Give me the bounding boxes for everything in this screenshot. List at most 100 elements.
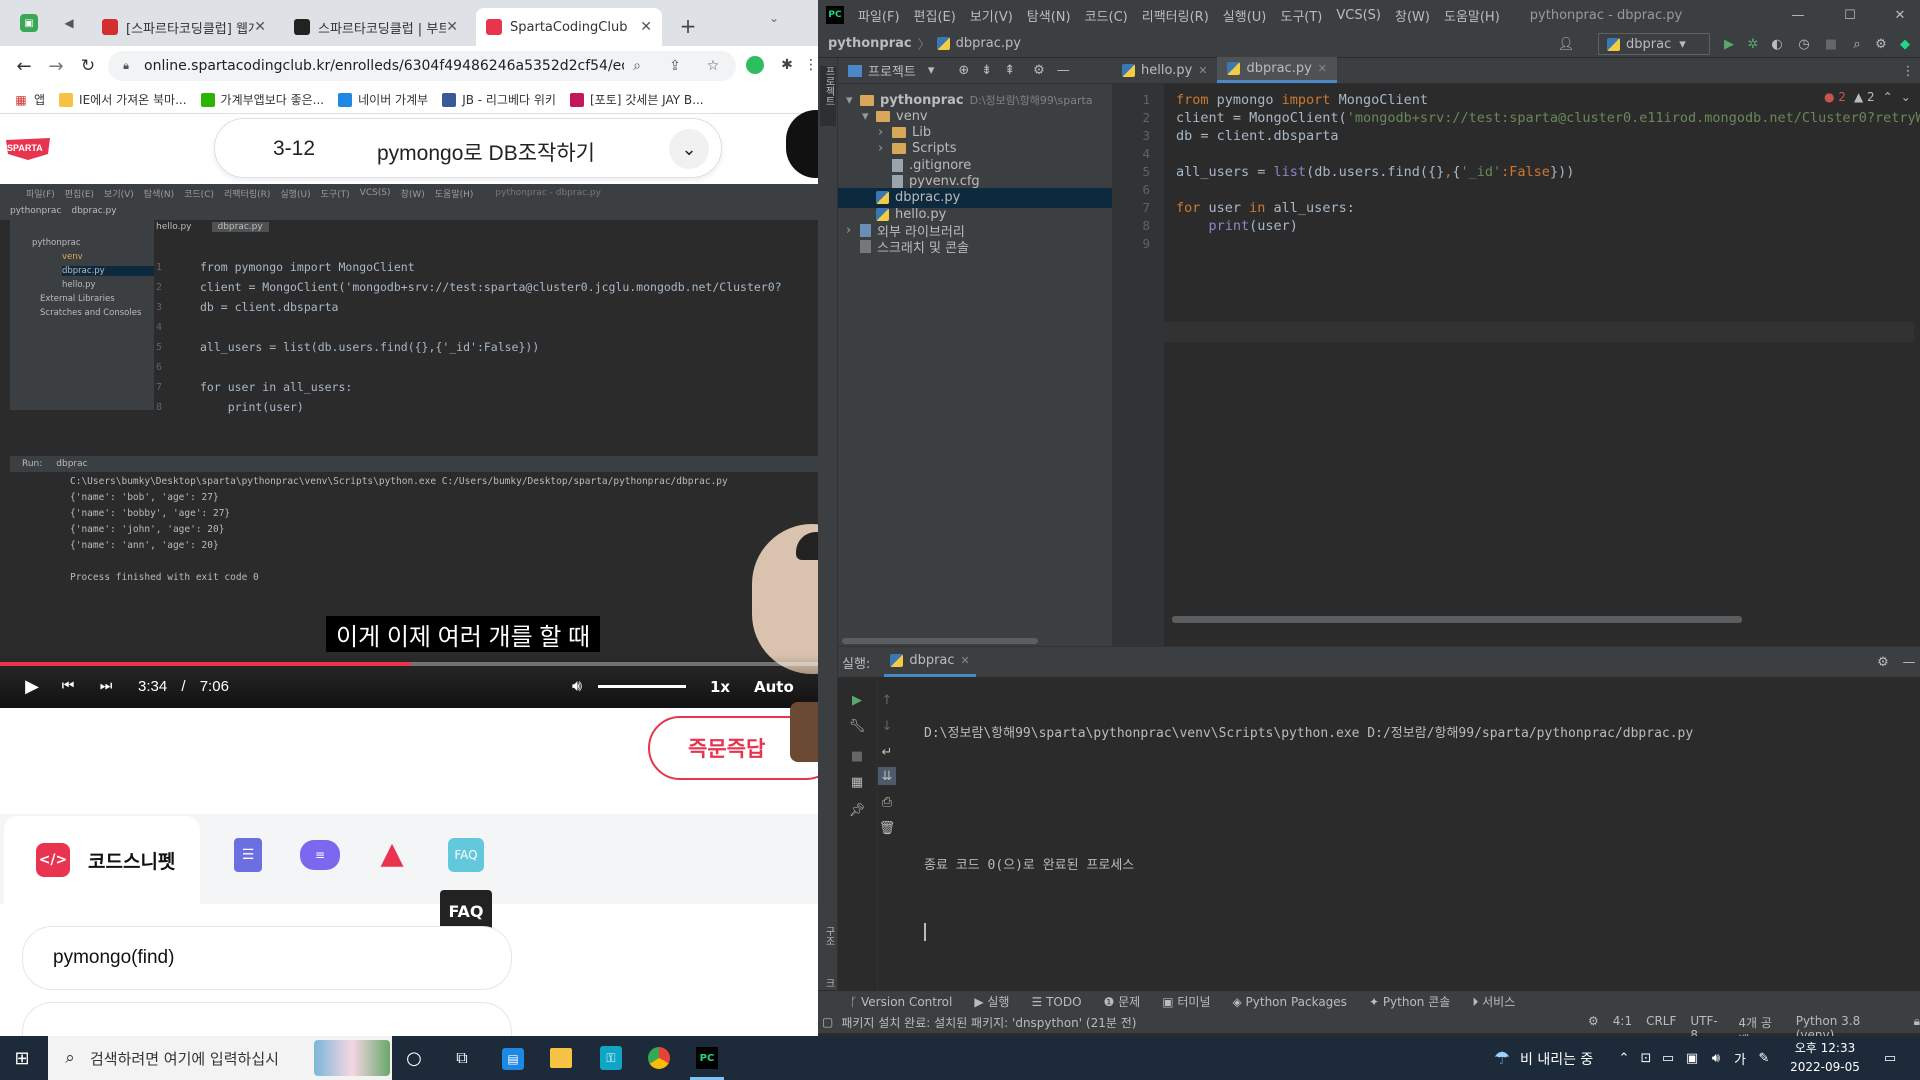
panel-settings-icon[interactable]: ⚙ [1033, 63, 1045, 78]
snippet-list-item-partial[interactable] [22, 1002, 512, 1036]
weather-icon[interactable]: ☂ [1490, 1046, 1514, 1070]
browser-tab-1[interactable]: [스파르타코딩클럽] 웹개 ✕ [92, 8, 276, 46]
store-icon[interactable]: ▤ [502, 1048, 524, 1070]
quality-selector[interactable]: Auto [754, 678, 794, 696]
menu-run[interactable]: 실행(U) [1223, 6, 1267, 25]
menu-view[interactable]: 보기(V) [970, 6, 1013, 25]
coverage-icon[interactable]: ◐ [1768, 34, 1786, 54]
code-line[interactable]: for user in all_users: [1176, 200, 1355, 216]
menu-navigate[interactable]: 탐색(N) [1027, 6, 1071, 25]
network-icon[interactable]: ▣ [1684, 1048, 1700, 1068]
project-view-label[interactable]: 프로젝트 [868, 61, 916, 80]
soft-wrap-icon[interactable]: ↵ [878, 743, 896, 761]
menu-help[interactable]: 도움말(H) [1444, 6, 1500, 25]
menu-code[interactable]: 코드(C) [1085, 6, 1128, 25]
weather-text[interactable]: 비 내리는 중 [1520, 1049, 1593, 1069]
code-line[interactable]: db = client.dbsparta [1176, 128, 1339, 144]
next-button-partial[interactable] [786, 110, 818, 178]
run-hide-icon[interactable]: — [1900, 653, 1918, 671]
evernote-extension-icon[interactable] [746, 56, 764, 74]
snippet-list-item[interactable]: pymongo(find) [22, 926, 512, 990]
reload-icon[interactable]: ↻ [78, 56, 98, 76]
cortana-icon[interactable]: ○ [404, 1048, 424, 1069]
tw-run[interactable]: ▶ 실행 [974, 993, 1009, 1010]
tray-chevron-icon[interactable]: ⌃ [1616, 1048, 1632, 1068]
tw-terminal[interactable]: ▣ 터미널 [1162, 993, 1210, 1010]
rerun-icon[interactable]: ▶ [848, 691, 866, 709]
stop-icon[interactable]: ■ [1822, 34, 1840, 54]
browser-tab-3[interactable]: SpartaCodingClub ✕ [476, 8, 662, 46]
tree-item[interactable]: 스크래치 및 콘솔 [838, 237, 1112, 257]
profile-icon[interactable]: ◷ [1792, 34, 1816, 54]
editor-h-scrollbar[interactable] [1172, 616, 1742, 623]
menu-refactor[interactable]: 리팩터링(R) [1142, 6, 1209, 25]
tab-back-icon[interactable]: ◀ [60, 14, 78, 32]
extensions-puzzle-icon[interactable]: ✱ [778, 56, 796, 74]
breadcrumb-file[interactable]: dbprac.py [956, 36, 1021, 51]
tray-battery-icon[interactable]: ▭ [1660, 1048, 1676, 1068]
stop-icon[interactable]: ■ [848, 747, 866, 765]
video-progress-track[interactable] [0, 662, 818, 666]
task-view-icon[interactable]: ⧉ [452, 1048, 472, 1068]
tw-version-control[interactable]: ᚴ Version Control [850, 995, 952, 1009]
taskbar-search-box[interactable]: ⌕ 검색하려면 여기에 입력하십시 [48, 1036, 392, 1080]
tw-problems[interactable]: ❶ 문제 [1104, 993, 1141, 1010]
menu-file[interactable]: 파일(F) [858, 6, 900, 25]
pin-icon[interactable]: 📌︎ [848, 801, 866, 819]
chat-bubble-icon[interactable]: ≡ [300, 840, 340, 870]
bookmark-item[interactable]: IE에서 가져온 북마... [59, 91, 187, 108]
browser-tab-2[interactable]: 스파르타코딩클럽 | 부트 ✕ [284, 8, 468, 46]
inspection-widget[interactable]: ● 2 ▲ 2 ⌃ ⌄ [1824, 90, 1911, 104]
tab-search-icon[interactable]: ▣ [20, 14, 38, 32]
bookmark-item[interactable]: 가계부앱보다 좋은... [200, 91, 324, 108]
caret-position[interactable]: 4:1 [1613, 1014, 1632, 1036]
menu-icon[interactable]: ⋮ [804, 56, 818, 74]
settings-gear-icon[interactable]: ⚙ [1872, 34, 1890, 54]
editor-tab-hello[interactable]: hello.py ✕ [1112, 57, 1217, 83]
search-icon[interactable]: ⌕ [1848, 34, 1866, 54]
structure-strip-button[interactable]: 구조 [821, 926, 836, 946]
indent-setting[interactable]: 4개 공백 [1738, 1014, 1781, 1036]
chrome-icon[interactable] [648, 1047, 670, 1069]
layout-icon[interactable]: ▦ [848, 773, 866, 791]
run-icon[interactable]: ▶ [1720, 34, 1738, 54]
up-arrow-icon[interactable]: ↑ [878, 691, 896, 709]
status-window-icon[interactable]: ▢ [822, 1015, 833, 1029]
ide-logo-icon[interactable]: ◆ [1896, 34, 1914, 54]
more-tabs-icon[interactable]: ⋮ [1902, 62, 1915, 80]
project-scrollbar[interactable] [842, 638, 1038, 644]
tab-close-icon[interactable]: ✕ [446, 19, 458, 35]
tab-close-icon[interactable]: ✕ [1198, 64, 1207, 77]
notification-icon[interactable]: ▭ [1880, 1048, 1900, 1068]
new-tab-button[interactable]: + [676, 14, 700, 38]
volume-icon[interactable]: 🔊︎ [566, 674, 588, 698]
clock[interactable]: 오후 12:33 2022-09-05 [1790, 1039, 1860, 1077]
skip-forward-icon[interactable]: ⏭ [96, 674, 116, 698]
lock-icon[interactable]: 🔒︎ [1914, 1014, 1920, 1036]
tw-services[interactable]: ⏵ 서비스 [1472, 993, 1515, 1010]
dropdown-arrow-icon[interactable]: ▾ [928, 63, 935, 78]
tree-arrow-icon[interactable]: ▾ [862, 109, 876, 124]
app-icon[interactable]: ⚿ [600, 1046, 622, 1070]
menu-window[interactable]: 창(W) [1395, 6, 1430, 25]
breadcrumb-project[interactable]: pythonprac [828, 36, 912, 51]
share-icon[interactable]: ⇪ [666, 57, 684, 75]
debug-icon[interactable]: ✲ [1744, 34, 1762, 54]
code-line[interactable]: client = MongoClient('mongodb+srv://test… [1176, 110, 1920, 126]
project-strip-button[interactable]: 프로젝트 [820, 66, 836, 126]
tab-search-dropdown-icon[interactable]: ⌄ [764, 8, 784, 28]
tree-arrow-icon[interactable]: › [878, 125, 892, 140]
menu-tools[interactable]: 도구(T) [1280, 6, 1322, 25]
git-sync-icon[interactable]: ⚙ [1588, 1014, 1599, 1036]
trash-icon[interactable]: 🗑︎ [878, 819, 896, 837]
back-arrow-icon[interactable]: ← [14, 56, 34, 77]
next-highlight-icon[interactable]: ⌄ [1901, 90, 1911, 104]
sparta-logo[interactable]: SPARTA [4, 136, 52, 162]
file-explorer-icon[interactable] [550, 1048, 572, 1068]
warning-icon[interactable]: ▲ [374, 836, 410, 871]
video-player[interactable]: 파일(F) 편집(E) 보기(V) 탐색(N) 코드(C) 리팩터링(R) 실행(U) 도구(… [0, 184, 818, 708]
windows-start-icon[interactable]: ⊞ [12, 1048, 32, 1069]
wrench-icon[interactable]: 🔧︎ [848, 717, 866, 735]
line-separator[interactable]: CRLF [1646, 1014, 1676, 1036]
maximize-icon[interactable]: ☐ [1840, 6, 1860, 24]
